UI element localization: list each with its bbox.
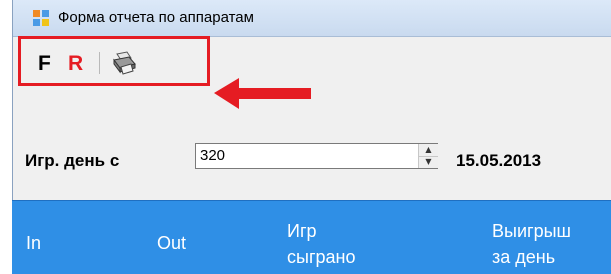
column-daily-win[interactable]: Выигрыш за день: [492, 218, 571, 270]
game-day-spinner[interactable]: ▲ ▼: [418, 144, 438, 168]
column-out[interactable]: Out: [157, 233, 186, 254]
column-win-line2: за день: [492, 247, 556, 267]
column-out-label: Out: [157, 233, 187, 253]
f-button[interactable]: F: [38, 52, 51, 76]
window-title: Форма отчета по аппаратам: [58, 9, 254, 26]
toolbar-separator: [99, 52, 100, 74]
r-button[interactable]: R: [68, 52, 83, 76]
column-games-played[interactable]: Игр сыграно: [287, 218, 355, 270]
column-in[interactable]: In: [26, 233, 41, 254]
grid-header: In Out Игр сыграно Выигрыш за день: [12, 200, 611, 274]
column-in-label: In: [26, 233, 42, 253]
date-label: 15.05.2013: [456, 151, 542, 170]
column-games-line2: сыграно: [287, 247, 356, 267]
printer-icon[interactable]: [111, 50, 137, 76]
title-bar: Форма отчета по аппаратам: [13, 0, 611, 37]
left-arrow-icon: [214, 78, 311, 109]
column-games-line1: Игр: [287, 221, 317, 241]
game-day-label: Игр. день с: [25, 151, 120, 170]
column-win-line1: Выигрыш: [492, 221, 571, 241]
form-window-icon: [33, 10, 49, 26]
game-day-input[interactable]: 320: [195, 143, 438, 169]
spinner-down-icon[interactable]: ▼: [419, 156, 438, 168]
